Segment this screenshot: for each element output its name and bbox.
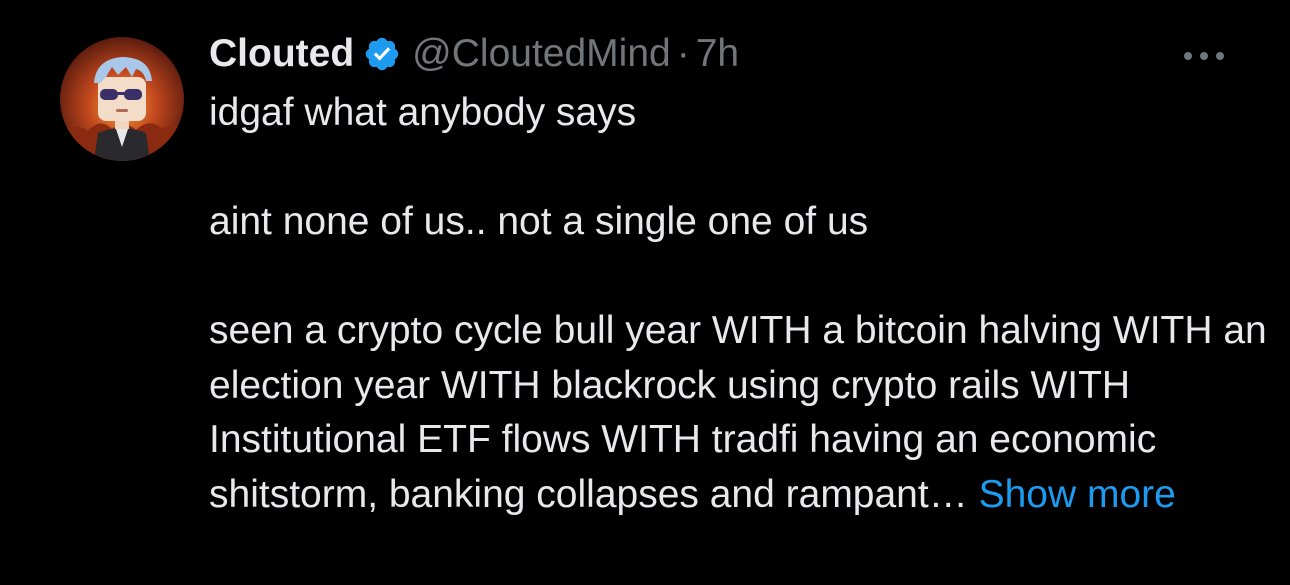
- more-options-button[interactable]: [1176, 40, 1232, 72]
- tweet-text-line-1: idgaf what anybody says: [209, 91, 637, 134]
- header-separator: ·: [676, 32, 690, 75]
- author-avatar[interactable]: [60, 37, 184, 161]
- author-display-name[interactable]: Clouted: [209, 32, 354, 76]
- tweet[interactable]: Clouted @CloutedMind · 7h idgaf what any…: [0, 0, 1290, 585]
- tweet-text-paragraph-3: seen a crypto cycle bull year WITH a bit…: [209, 304, 1269, 522]
- more-horizontal-icon: [1184, 52, 1224, 60]
- show-more-link[interactable]: Show more: [979, 473, 1176, 516]
- tweet-text-line-2: aint none of us.. not a single one of us: [209, 200, 869, 243]
- tweet-text: idgaf what anybody says aint none of us.…: [209, 86, 1269, 522]
- author-handle[interactable]: @CloutedMind: [412, 32, 671, 76]
- verified-badge-icon: [363, 35, 401, 73]
- tweet-header: Clouted @CloutedMind · 7h: [209, 28, 739, 80]
- tweet-timestamp[interactable]: 7h: [696, 32, 739, 76]
- avatar-image: [60, 37, 184, 161]
